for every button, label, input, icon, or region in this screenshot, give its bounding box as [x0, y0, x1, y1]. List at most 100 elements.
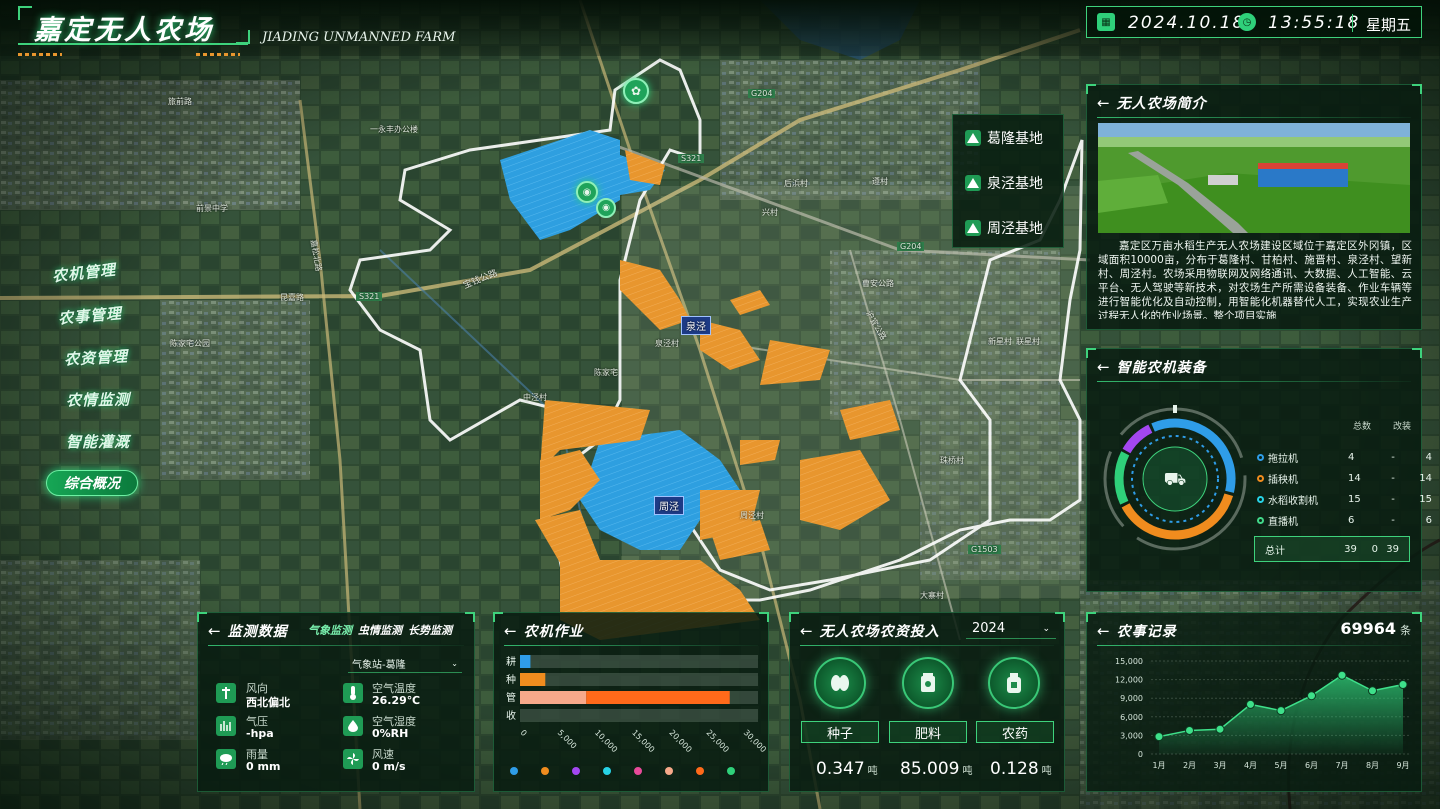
datetime-divider — [1352, 14, 1353, 32]
legend-dot — [1257, 453, 1264, 461]
title-rule — [1097, 381, 1411, 382]
nav-overview-button[interactable]: 综合概况 — [46, 470, 138, 496]
legend-dot — [510, 767, 518, 775]
records-total-value: 69964 — [1340, 619, 1396, 638]
tab-growth[interactable]: 长势监测 — [408, 622, 452, 638]
base-item-quanjing[interactable]: 泉泾基地 — [953, 160, 1063, 205]
date-text: 2024.10.18 — [1128, 13, 1246, 33]
equipment-mod: 14 — [1419, 472, 1432, 484]
time-text: 13:55:18 — [1268, 13, 1361, 33]
legend-dot — [1257, 495, 1264, 503]
records-title-text: 农事记录 — [1116, 624, 1177, 640]
title-rule — [208, 645, 464, 646]
equipment-row-seeder[interactable]: 直播机 6 - 6 — [1257, 512, 1432, 528]
panel-corner — [1412, 84, 1422, 94]
x-tick-label: 20,000 — [667, 728, 693, 754]
operations-panel: ← 农机作业 耕种管收 0 5,000 10,000 15,000 20,000 25,000… — [493, 612, 769, 792]
nav-supplies[interactable]: 农资管理 — [63, 345, 129, 369]
monitoring-title-text: 监测数据 — [227, 624, 288, 640]
equipment-mid: - — [1391, 493, 1395, 505]
base-selector: 葛隆基地 泉泾基地 周泾基地 — [952, 114, 1064, 248]
x-tick-label: 10,000 — [593, 728, 619, 754]
bar-segment — [520, 691, 587, 704]
y-tick-label: 6,000 — [1120, 713, 1143, 722]
intro-title-text: 无人农场简介 — [1116, 96, 1207, 112]
equipment-mid: - — [1391, 451, 1395, 463]
summary-mid: 0 — [1371, 543, 1378, 555]
x-tick-label: 25,000 — [705, 728, 731, 754]
intro-title: ← 无人农场简介 — [1097, 93, 1207, 113]
operations-title: ← 农机作业 — [504, 621, 584, 641]
legend-dot — [634, 767, 642, 775]
map-label-place: 大寨村 — [920, 591, 944, 600]
equipment-mod: 15 — [1419, 493, 1432, 505]
clock-icon: ◷ — [1238, 13, 1256, 31]
back-arrow-icon[interactable]: ← — [800, 622, 814, 640]
title-rule — [1097, 117, 1411, 118]
legend-dot — [727, 767, 735, 775]
x-tick-label: 4月 — [1244, 761, 1257, 770]
tab-weather[interactable]: 气象监测 — [308, 622, 352, 638]
back-arrow-icon[interactable]: ← — [1097, 358, 1111, 376]
equipment-mod: 4 — [1425, 451, 1432, 463]
nav-irrigation[interactable]: 智能灌溉 — [66, 431, 130, 452]
operations-title-text: 农机作业 — [523, 624, 584, 640]
x-tick-label: 6月 — [1305, 761, 1318, 770]
equipment-row-harvester[interactable]: 水稻收割机 15 - 15 — [1257, 491, 1432, 507]
base-label: 泉泾基地 — [987, 175, 1043, 192]
legend-dot — [603, 767, 611, 775]
pesticide-icon — [988, 657, 1040, 709]
panel-corner — [1412, 348, 1422, 358]
input-unit: 吨 — [962, 766, 973, 777]
page-subtitle: JIADING UNMANNED FARM — [262, 30, 456, 45]
intro-text: 嘉定区万亩水稻生产无人农场建设区域位于嘉定区外冈镇，区域面积10000亩，分布于… — [1098, 240, 1412, 319]
back-arrow-icon[interactable]: ← — [208, 622, 222, 640]
panel-corner — [789, 612, 799, 622]
map-marker-icon[interactable]: ✿ — [623, 78, 649, 104]
chevron-down-icon: ⌄ — [1042, 623, 1050, 634]
base-item-gelong[interactable]: 葛隆基地 — [953, 115, 1063, 160]
y-tick-label: 15,000 — [1115, 657, 1143, 666]
bar-track — [520, 709, 758, 722]
x-tick-label: 3月 — [1213, 761, 1226, 770]
base-item-zhoujing[interactable]: 周泾基地 — [953, 205, 1063, 250]
y-tick-label: 收 — [506, 709, 516, 722]
map-label-road: 昆嘉路 — [280, 293, 304, 302]
monitor-value: 26.29℃ — [372, 694, 421, 707]
input-label-seed: 种子 — [801, 721, 879, 743]
monitor-value: -hpa — [246, 727, 274, 740]
summary-total: 39 — [1344, 543, 1357, 555]
monitor-value: 0%RH — [372, 727, 409, 740]
back-arrow-icon[interactable]: ← — [504, 622, 518, 640]
map-label-zhoujing[interactable]: 周泾 — [654, 496, 684, 515]
monitoring-title: ← 监测数据 — [208, 621, 288, 641]
equipment-total: 15 — [1348, 493, 1361, 505]
bar-segment — [586, 691, 730, 704]
year-select[interactable]: 2024 ⌄ — [966, 619, 1056, 639]
equipment-name: 水稻收割机 — [1268, 495, 1318, 507]
tab-pests[interactable]: 虫情监测 — [358, 622, 402, 638]
bar-segment — [520, 655, 531, 668]
rain-icon — [216, 749, 236, 769]
monitor-value: 0 mm — [246, 760, 281, 773]
records-title: ← 农事记录 — [1097, 621, 1177, 641]
map-marker-icon[interactable]: ◉ — [576, 181, 598, 203]
panel-corner — [1086, 348, 1096, 358]
equipment-row-transplanter[interactable]: 插秧机 14 - 14 — [1257, 470, 1432, 486]
equipment-panel: ← 智能农机装备 ⛟ 总数 改装 拖拉机 4 - 4 插秧机 14 - 14 水稻收割机 15 -… — [1086, 348, 1432, 592]
nav-monitoring[interactable]: 农情监测 — [66, 388, 130, 410]
wind-direction-icon — [216, 683, 236, 703]
map-label-quanjing[interactable]: 泉泾 — [681, 316, 711, 335]
inputs-title-text: 无人农场农资投入 — [819, 624, 940, 640]
back-arrow-icon[interactable]: ← — [1097, 622, 1111, 640]
map-label-place: 联星村 — [1016, 337, 1040, 346]
data-point — [1307, 691, 1316, 701]
records-total: 69964 条 — [1340, 619, 1411, 638]
map-label-road: 曹安公路 — [862, 279, 894, 288]
panel-corner — [1086, 612, 1096, 622]
map-marker-icon[interactable]: ◉ — [596, 198, 616, 218]
back-arrow-icon[interactable]: ← — [1097, 94, 1111, 112]
x-tick-label: 5月 — [1274, 761, 1287, 770]
equipment-row-tractor[interactable]: 拖拉机 4 - 4 — [1257, 449, 1432, 465]
station-select[interactable]: 气象站-葛隆 ⌄ — [348, 655, 462, 673]
